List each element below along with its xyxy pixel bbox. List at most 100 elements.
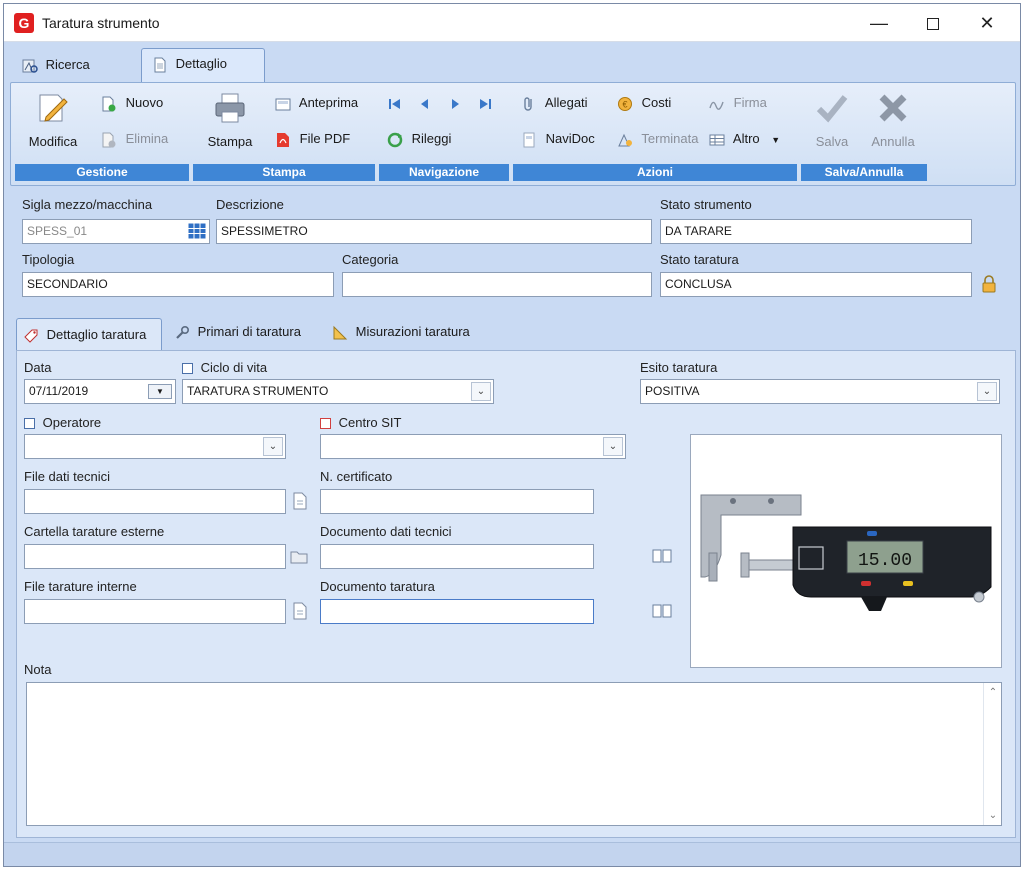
anteprima-label: Anteprima [298, 95, 359, 110]
coins-icon: € [618, 96, 632, 111]
ribbon-toolbar: Modifica Nuovo Elimina Gestione Stampa A… [10, 82, 1016, 186]
cartella-field[interactable] [24, 544, 286, 569]
annulla-button[interactable]: Annulla [863, 91, 923, 149]
stato-strumento-field[interactable]: DA TARARE [660, 219, 972, 244]
tab-primari-taratura[interactable]: Primari di taratura [168, 316, 307, 350]
data-date-picker[interactable]: 07/11/2019 ▼ [24, 379, 176, 404]
file-pdf-button[interactable]: File PDF [275, 129, 350, 149]
doc-taratura-label: Documento taratura [320, 579, 435, 594]
chevron-down-icon[interactable]: ⌄ [603, 437, 623, 456]
tab-dettaglio-taratura-label: Dettaglio taratura [46, 327, 147, 342]
last-record-icon [480, 98, 491, 109]
nota-textarea[interactable]: ⌃ ⌄ [26, 682, 1002, 826]
minimize-button[interactable]: — [856, 8, 902, 38]
operatore-checkbox-box[interactable] [24, 418, 35, 430]
doc-taratura-field[interactable] [320, 599, 594, 624]
stato-taratura-field[interactable]: CONCLUSA [660, 272, 972, 297]
checkmark-icon [816, 95, 848, 123]
modifica-button[interactable]: Modifica [23, 91, 83, 149]
modifica-label: Modifica [28, 134, 78, 149]
scroll-down-icon[interactable]: ⌄ [984, 810, 1002, 821]
chevron-down-icon[interactable]: ⌄ [471, 382, 491, 401]
first-record-button[interactable] [387, 93, 408, 113]
doc-dati-field[interactable] [320, 544, 594, 569]
categoria-field[interactable] [342, 272, 652, 297]
app-window: G Taratura strumento — ✕ Ricerca Dettagl… [3, 3, 1021, 867]
terminata-button[interactable]: Terminata [617, 129, 698, 149]
stato-strumento-label: Stato strumento [660, 197, 752, 212]
rileggi-label: Rileggi [411, 131, 452, 146]
operatore-select[interactable]: ⌄ [24, 434, 286, 459]
firma-button[interactable]: Firma [709, 93, 767, 113]
lookup-grid-icon[interactable] [188, 223, 206, 239]
tab-ricerca[interactable]: Ricerca [12, 50, 130, 82]
ciclo-checkbox-box[interactable] [182, 363, 193, 375]
folder-icon[interactable] [290, 548, 308, 566]
close-button[interactable]: ✕ [964, 8, 1010, 38]
search-person-icon [22, 59, 38, 73]
maximize-button[interactable] [910, 8, 956, 38]
azioni-group-label: Azioni [513, 164, 797, 181]
ciclo-select[interactable]: TARATURA STRUMENTO ⌄ [182, 379, 494, 404]
tab-dettaglio[interactable]: Dettaglio [141, 48, 265, 84]
terminate-icon [618, 133, 632, 147]
file-dati-field[interactable] [24, 489, 286, 514]
last-record-button[interactable] [477, 93, 498, 113]
centro-checkbox-box[interactable] [320, 418, 331, 430]
calendar-dropdown-icon[interactable]: ▼ [148, 384, 172, 399]
document-icon [154, 57, 166, 73]
open-book-icon[interactable] [652, 602, 672, 620]
title-bar: G Taratura strumento — ✕ [4, 4, 1020, 42]
previous-record-button[interactable] [417, 93, 438, 113]
centro-select[interactable]: ⌄ [320, 434, 626, 459]
pdf-icon [277, 132, 289, 147]
tab-ricerca-label: Ricerca [45, 57, 90, 72]
operatore-checkbox[interactable]: Operatore [24, 415, 101, 430]
allegati-button[interactable]: Allegati [521, 93, 588, 113]
descrizione-field[interactable]: SPESSIMETRO [216, 219, 652, 244]
wrench-icon [176, 325, 190, 339]
table-icon [709, 134, 725, 146]
rileggi-button[interactable]: Rileggi [387, 129, 451, 149]
file-browse-icon[interactable] [292, 602, 308, 620]
ciclo-di-vita-checkbox[interactable]: Ciclo di vita [182, 360, 267, 375]
preview-icon [275, 98, 291, 111]
file-browse-icon[interactable] [292, 492, 308, 510]
tipologia-field[interactable]: SECONDARIO [22, 272, 334, 297]
ribbon-group-azioni: Allegati € Costi Firma NaviDoc Terminata… [513, 87, 797, 181]
navidoc-button[interactable]: NaviDoc [521, 129, 595, 149]
ribbon-group-stampa: Stampa Anteprima File PDF Stampa [193, 87, 375, 181]
salva-label: Salva [815, 134, 849, 149]
stampa-group-label: Stampa [193, 164, 375, 181]
next-record-button[interactable] [447, 93, 468, 113]
chevron-down-icon[interactable]: ⌄ [977, 382, 997, 401]
centro-sit-checkbox[interactable]: Centro SIT [320, 415, 401, 430]
anteprima-button[interactable]: Anteprima [275, 93, 358, 113]
previous-record-icon [421, 98, 428, 109]
altro-button[interactable]: Altro ▼ [709, 129, 780, 149]
navidoc-label: NaviDoc [545, 131, 595, 146]
nota-scrollbar[interactable]: ⌃ ⌄ [983, 683, 1001, 825]
tipologia-label: Tipologia [22, 252, 75, 267]
costi-label: Costi [641, 95, 672, 110]
tab-misurazioni-taratura[interactable]: Misurazioni taratura [326, 316, 476, 350]
chevron-down-icon[interactable]: ⌄ [263, 437, 283, 456]
file-tarature-field[interactable] [24, 599, 286, 624]
salva-button[interactable]: Salva [803, 91, 861, 149]
file-tarature-label: File tarature interne [24, 579, 137, 594]
nuovo-label: Nuovo [125, 95, 164, 110]
certificato-field[interactable] [320, 489, 594, 514]
terminata-label: Terminata [641, 131, 699, 146]
open-book-icon[interactable] [652, 547, 672, 565]
esito-select[interactable]: POSITIVA ⌄ [640, 379, 1000, 404]
nuovo-button[interactable]: Nuovo [101, 93, 163, 113]
scroll-up-icon[interactable]: ⌃ [984, 687, 1002, 698]
tab-dettaglio-taratura[interactable]: Dettaglio taratura [16, 318, 162, 351]
gauge-display-reading: 15.00 [858, 551, 912, 571]
stampa-button[interactable]: Stampa [197, 91, 263, 149]
costi-button[interactable]: € Costi [617, 93, 671, 113]
ciclo-value: TARATURA STRUMENTO [187, 384, 329, 398]
sigla-field[interactable]: SPESS_01 [22, 219, 210, 244]
elimina-button[interactable]: Elimina [101, 129, 168, 149]
file-pdf-label: File PDF [299, 131, 351, 146]
